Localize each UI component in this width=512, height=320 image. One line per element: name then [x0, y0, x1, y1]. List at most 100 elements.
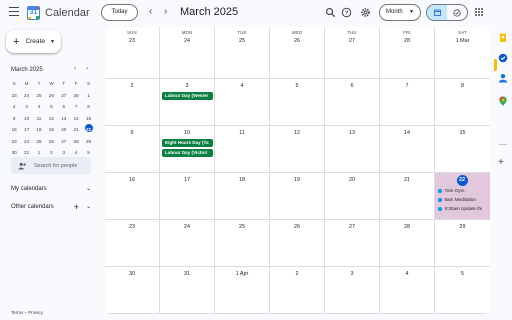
mini-next-icon[interactable]: › — [86, 66, 88, 72]
day-cell[interactable]: WED 26 — [270, 27, 325, 78]
mini-day[interactable]: 2 — [8, 104, 20, 109]
settings-icon[interactable] — [360, 7, 371, 18]
mini-day[interactable]: 5 — [45, 104, 57, 109]
privacy-link[interactable]: Privacy — [28, 310, 43, 315]
day-number[interactable]: 3 — [160, 83, 214, 89]
today-date-badge[interactable]: 22 — [456, 175, 468, 186]
day-cell[interactable]: 2 — [105, 79, 160, 125]
mini-day[interactable]: 30 — [8, 150, 20, 155]
day-number[interactable]: 2 — [270, 271, 324, 277]
chevron-down-icon[interactable]: ⌄ — [86, 185, 91, 192]
mini-day[interactable]: 21 — [70, 127, 82, 132]
mini-day[interactable]: 4 — [33, 104, 45, 109]
day-number[interactable]: 14 — [380, 130, 434, 136]
mini-day[interactable]: 28 — [70, 93, 82, 98]
prev-month-icon[interactable]: ‹ — [149, 6, 152, 18]
day-cell[interactable]: 26 — [270, 220, 325, 266]
day-cell[interactable]: SUN 23 — [105, 27, 160, 78]
day-number[interactable]: 20 — [325, 177, 379, 183]
mini-day[interactable]: 1 — [33, 150, 45, 155]
timed-event[interactable]: 7am Gym — [438, 187, 488, 195]
mini-day[interactable]: 17 — [20, 127, 32, 132]
add-calendar-icon[interactable]: + — [74, 202, 79, 212]
day-number[interactable]: 23 — [105, 224, 159, 230]
mini-day[interactable]: 19 — [45, 127, 57, 132]
day-cell[interactable]: 14 — [380, 126, 435, 172]
timed-event[interactable]: 8am Meditation — [438, 196, 488, 204]
mini-day[interactable]: 23 — [8, 93, 20, 98]
mini-day[interactable]: 28 — [70, 139, 82, 144]
day-number[interactable]: 8 — [435, 83, 490, 89]
day-cell[interactable]: 19 — [270, 173, 325, 219]
day-number[interactable]: 27 — [325, 38, 379, 44]
day-cell[interactable]: 13 — [325, 126, 380, 172]
day-number[interactable]: 17 — [160, 177, 214, 183]
mini-day[interactable]: 26 — [45, 93, 57, 98]
mini-day[interactable]: 18 — [33, 127, 45, 132]
day-cell[interactable]: 27 — [325, 220, 380, 266]
day-cell[interactable]: 11 — [215, 126, 270, 172]
maps-icon[interactable] — [498, 96, 508, 106]
my-calendars-section[interactable]: My calendars ⌄ — [11, 186, 91, 192]
day-number[interactable]: 11 — [215, 130, 269, 136]
day-cell[interactable]: 15 — [435, 126, 490, 172]
day-number[interactable]: 15 — [435, 130, 490, 136]
day-number[interactable]: 13 — [325, 130, 379, 136]
mini-day[interactable]: 8 — [82, 104, 94, 109]
day-cell[interactable]: 28 — [380, 220, 435, 266]
day-number[interactable]: 3 — [325, 271, 379, 277]
day-cell[interactable]: SAT 1 Mar — [435, 27, 490, 78]
day-cell[interactable]: 2 — [270, 267, 325, 313]
mini-day[interactable]: 14 — [70, 116, 82, 121]
timed-event[interactable]: 9:30am Update thi — [438, 205, 488, 213]
mini-day[interactable]: 25 — [33, 139, 45, 144]
next-month-icon[interactable]: › — [164, 6, 167, 18]
mini-day[interactable]: 16 — [8, 127, 20, 132]
day-cell[interactable]: 25 — [215, 220, 270, 266]
day-number[interactable]: 2 — [105, 83, 159, 89]
mini-day[interactable]: 5 — [82, 150, 94, 155]
day-number[interactable]: 31 — [160, 271, 214, 277]
mini-day[interactable]: 2 — [45, 150, 57, 155]
mini-prev-icon[interactable]: ‹ — [74, 66, 76, 72]
day-cell[interactable]: 9 — [105, 126, 160, 172]
apps-icon[interactable] — [475, 8, 483, 16]
day-cell[interactable]: 10 Eight Hours Day (Ta Labour Day (Victori — [160, 126, 215, 172]
day-number[interactable]: 30 — [105, 271, 159, 277]
search-people-input[interactable]: Search for people — [11, 157, 91, 174]
day-number[interactable]: 25 — [215, 38, 269, 44]
mini-day[interactable]: 13 — [58, 116, 70, 121]
holiday-event-chip[interactable]: Labour Day (Wester — [162, 92, 213, 100]
day-cell[interactable]: 5 — [270, 79, 325, 125]
tasks-icon[interactable] — [498, 53, 508, 63]
contacts-icon[interactable] — [498, 73, 508, 83]
holiday-event-chip[interactable]: Labour Day (Victori — [162, 149, 213, 157]
day-cell[interactable]: 16 — [105, 173, 160, 219]
day-number[interactable]: 27 — [325, 224, 379, 230]
day-number[interactable]: 10 — [160, 130, 214, 136]
chevron-down-icon[interactable]: ⌄ — [86, 203, 91, 210]
day-cell[interactable]: 3 Labour Day (Wester — [160, 79, 215, 125]
day-cell[interactable]: 6 — [325, 79, 380, 125]
add-icon[interactable]: + — [498, 158, 504, 168]
day-number[interactable]: 28 — [380, 38, 434, 44]
day-number[interactable]: 4 — [215, 83, 269, 89]
day-number[interactable]: 6 — [325, 83, 379, 89]
day-number[interactable]: 29 — [435, 224, 490, 230]
day-number[interactable]: 4 — [380, 271, 434, 277]
mini-day[interactable]: 11 — [33, 116, 45, 121]
day-cell[interactable]: 7 — [380, 79, 435, 125]
day-cell[interactable]: 1 Apr — [215, 267, 270, 313]
help-icon[interactable]: ? — [341, 7, 352, 18]
mini-day[interactable]: 4 — [70, 150, 82, 155]
day-number[interactable]: 1 Apr — [215, 271, 269, 277]
day-number[interactable]: 19 — [270, 177, 324, 183]
day-cell[interactable]: 12 — [270, 126, 325, 172]
day-number[interactable]: 5 — [270, 83, 324, 89]
today-button[interactable]: Today — [101, 4, 138, 21]
terms-link[interactable]: Terms — [11, 310, 23, 315]
mini-day[interactable]: 24 — [20, 93, 32, 98]
mini-day[interactable]: 22 — [82, 123, 94, 132]
calendar-view-button[interactable] — [427, 5, 447, 20]
day-number[interactable]: 26 — [270, 224, 324, 230]
